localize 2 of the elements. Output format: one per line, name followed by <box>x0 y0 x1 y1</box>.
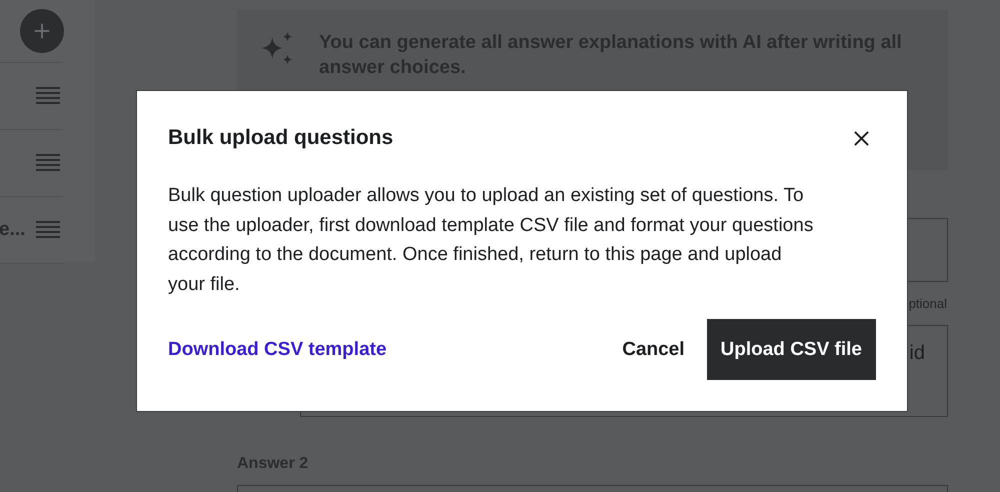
dialog-title: Bulk upload questions <box>168 126 394 150</box>
dialog-text: Bulk question uploader allows you to upload an existing set of questions. To use the uploader, first download template CSV file and format your questions according to the document. Once finished, return to this page and upload your file. <box>168 184 814 296</box>
